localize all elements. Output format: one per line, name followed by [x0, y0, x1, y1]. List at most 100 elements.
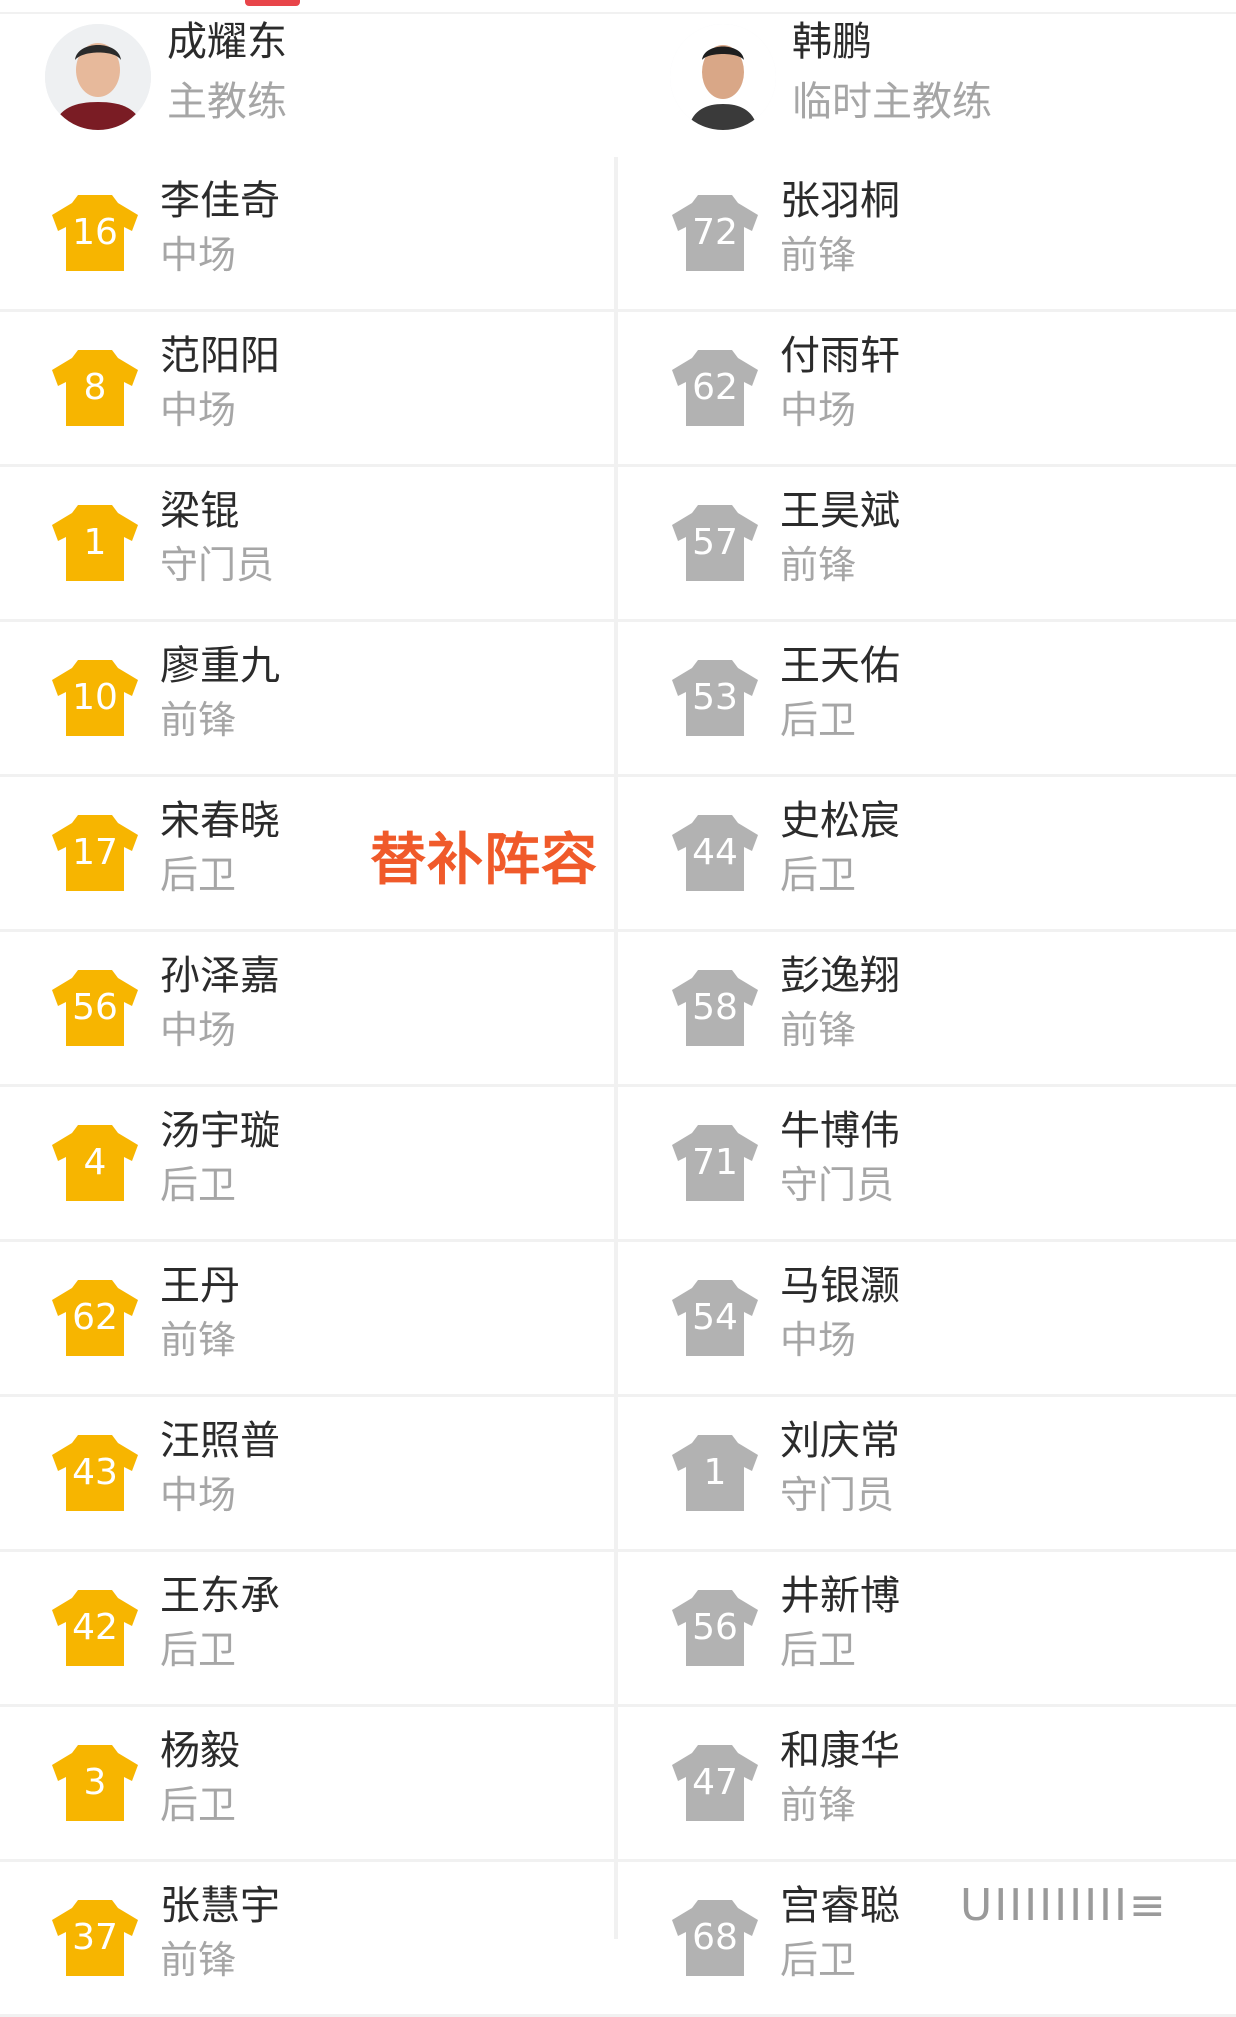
- home-coach[interactable]: 成耀东 主教练: [45, 18, 645, 138]
- player-name: 宫睿聪: [780, 1883, 900, 1929]
- player-name: 宋春晓: [160, 798, 280, 844]
- jersey-number: 17: [72, 832, 118, 873]
- player-name: 王昊斌: [780, 488, 900, 534]
- player-position: 前锋: [160, 1318, 237, 1362]
- player-position: 后卫: [780, 1628, 857, 1672]
- jersey-number: 43: [72, 1452, 118, 1493]
- player-row: 8 范阳阳 中场 62 付雨轩中场: [0, 312, 1236, 467]
- player-position: 中场: [780, 388, 857, 432]
- player-name: 和康华: [780, 1728, 900, 1774]
- jersey-number: 57: [692, 522, 738, 563]
- home-player[interactable]: 62 王丹前锋: [0, 1242, 600, 1394]
- player-position: 后卫: [160, 1783, 237, 1827]
- player-name: 梁锟: [160, 488, 240, 534]
- player-position: 前锋: [780, 1783, 857, 1827]
- home-player[interactable]: 3 杨毅 后卫: [0, 1707, 600, 1859]
- player-name: 牛博伟: [780, 1108, 900, 1154]
- home-player[interactable]: 8 范阳阳 中场: [0, 312, 600, 464]
- home-coach-role: 主教练: [167, 79, 287, 125]
- jersey-number: 1: [703, 1452, 727, 1493]
- home-player[interactable]: 43 汪照普中场: [0, 1397, 600, 1549]
- away-coach-avatar: [670, 24, 776, 130]
- home-player[interactable]: 42 王东承 后卫: [0, 1552, 600, 1704]
- player-name: 汤宇璇: [160, 1108, 280, 1154]
- away-player[interactable]: 1 刘庆常 守门员: [620, 1397, 1220, 1549]
- player-position: 中场: [160, 1008, 237, 1052]
- player-row: 43 汪照普中场 1 刘庆常 守门员: [0, 1397, 1236, 1552]
- player-name: 张慧宇: [160, 1883, 280, 1929]
- jersey-number: 47: [692, 1762, 738, 1803]
- away-coach-name: 韩鹏: [792, 19, 872, 65]
- player-row: 3 杨毅 后卫 47 和康华前锋: [0, 1707, 1236, 1862]
- player-name: 史松宸: [780, 798, 900, 844]
- jersey-number: 16: [72, 212, 118, 253]
- player-position: 后卫: [780, 853, 857, 897]
- player-name: 井新博: [780, 1573, 900, 1619]
- player-name: 彭逸翔: [780, 953, 900, 999]
- away-player[interactable]: 47 和康华前锋: [620, 1707, 1220, 1859]
- jersey-number: 58: [692, 987, 738, 1028]
- substitutes-list: 16 李佳奇 中场 72 张羽桐 前锋 8 范阳阳 中场 62 付雨轩 中场 1 梁锟 守门员 57 王昊斌 前锋…: [0, 157, 1236, 2017]
- away-player[interactable]: 57 王昊斌前锋: [620, 467, 1220, 619]
- jersey-number: 68: [692, 1917, 738, 1958]
- away-player[interactable]: 56 井新博后卫: [620, 1552, 1220, 1704]
- player-position: 中场: [160, 1473, 237, 1517]
- player-position: 前锋: [780, 233, 857, 277]
- home-player[interactable]: 16 李佳奇 中场: [0, 157, 600, 309]
- home-player[interactable]: 1 梁锟 守门员: [0, 467, 600, 619]
- player-position: 前锋: [160, 698, 237, 742]
- top-tab-indicator: [245, 0, 300, 6]
- away-player[interactable]: 54 马银灏中场: [620, 1242, 1220, 1394]
- player-position: 守门员: [780, 1473, 895, 1517]
- jersey-number: 54: [692, 1297, 738, 1338]
- jersey-number: 72: [692, 212, 738, 253]
- player-position: 中场: [780, 1318, 857, 1362]
- away-player[interactable]: 58 彭逸翔前锋: [620, 932, 1220, 1084]
- jersey-number: 62: [692, 367, 738, 408]
- away-player[interactable]: 71 牛博伟守门员: [620, 1087, 1220, 1239]
- watermark: UIIIIIIIII≡: [960, 1880, 1168, 1931]
- jersey-number: 56: [692, 1607, 738, 1648]
- player-row: 10 廖重九前锋 53 王天佑 后卫: [0, 622, 1236, 777]
- player-row: 17 宋春晓 后卫 44 史松宸 后卫: [0, 777, 1236, 932]
- top-divider: [0, 12, 1236, 14]
- away-player[interactable]: 72 张羽桐前锋: [620, 157, 1220, 309]
- home-player[interactable]: 37 张慧宇 前锋: [0, 1862, 600, 2014]
- jersey-number: 62: [72, 1297, 118, 1338]
- away-coach-role: 临时主教练: [792, 79, 992, 125]
- jersey-number: 53: [692, 677, 738, 718]
- player-position: 守门员: [160, 543, 275, 587]
- player-position: 后卫: [160, 1628, 237, 1672]
- jersey-number: 10: [72, 677, 118, 718]
- player-name: 王丹: [160, 1263, 240, 1309]
- player-name: 付雨轩: [780, 333, 900, 379]
- home-player[interactable]: 56 孙泽嘉中场: [0, 932, 600, 1084]
- jersey-number: 37: [72, 1917, 118, 1958]
- jersey-number: 56: [72, 987, 118, 1028]
- player-name: 汪照普: [160, 1418, 280, 1464]
- player-name: 廖重九: [160, 643, 280, 689]
- player-position: 守门员: [780, 1163, 895, 1207]
- player-position: 后卫: [160, 853, 237, 897]
- player-row: 16 李佳奇 中场 72 张羽桐前锋: [0, 157, 1236, 312]
- player-position: 后卫: [780, 1938, 857, 1982]
- player-position: 前锋: [780, 543, 857, 587]
- player-row: 62 王丹前锋 54 马银灏中场: [0, 1242, 1236, 1397]
- player-name: 王东承: [160, 1573, 280, 1619]
- away-player[interactable]: 44 史松宸 后卫: [620, 777, 1220, 929]
- player-name: 张羽桐: [780, 178, 900, 224]
- home-coach-name: 成耀东: [167, 19, 287, 65]
- away-player[interactable]: 62 付雨轩中场: [620, 312, 1220, 464]
- away-player[interactable]: 53 王天佑 后卫: [620, 622, 1220, 774]
- home-player[interactable]: 10 廖重九前锋: [0, 622, 600, 774]
- jersey-number: 4: [83, 1142, 107, 1183]
- away-coach[interactable]: 韩鹏 临时主教练: [670, 18, 1236, 138]
- jersey-number: 71: [692, 1142, 738, 1183]
- player-row: 42 王东承 后卫 56 井新博 后卫: [0, 1552, 1236, 1707]
- player-name: 孙泽嘉: [160, 953, 280, 999]
- home-player[interactable]: 4 汤宇璇 后卫: [0, 1087, 600, 1239]
- player-position: 前锋: [780, 1008, 857, 1052]
- player-name: 马银灏: [780, 1263, 900, 1309]
- player-row: 4 汤宇璇 后卫 71 牛博伟 守门员: [0, 1087, 1236, 1242]
- home-coach-avatar: [45, 24, 151, 130]
